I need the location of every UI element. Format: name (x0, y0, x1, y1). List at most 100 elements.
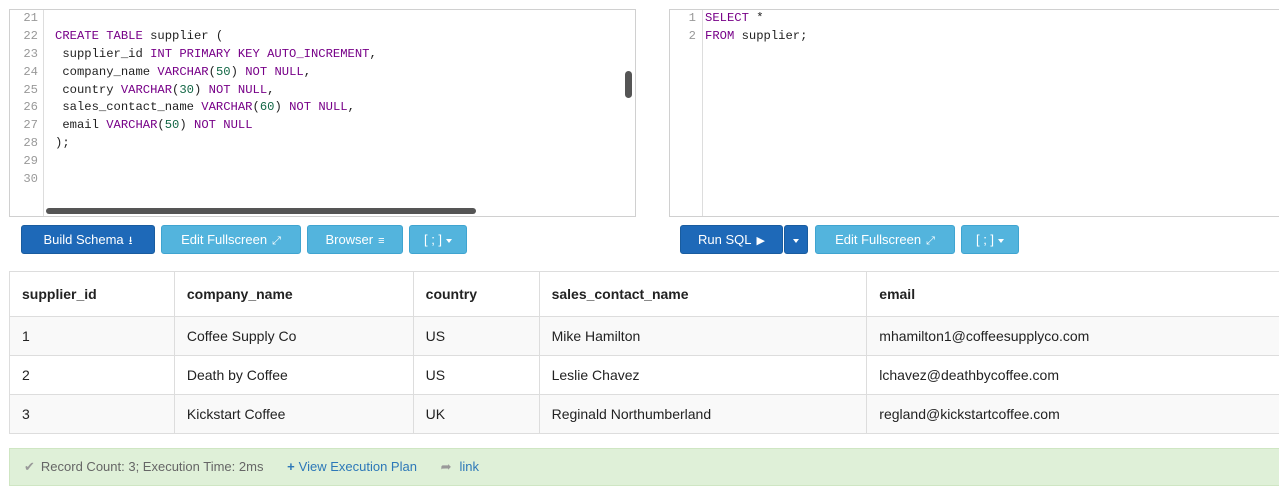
sql-text: * (748, 11, 764, 25)
sql-text: ( (208, 64, 216, 79)
play-icon: ▶ (756, 235, 765, 247)
tree-icon: ≡ (378, 235, 385, 247)
view-execution-plan-link[interactable]: View Execution Plan (299, 459, 417, 474)
sql-text: , (347, 100, 355, 115)
run-sql-button[interactable]: Run SQL ▶ (680, 225, 783, 254)
code-line: 22 CREATE TABLE supplier ( (10, 28, 635, 46)
sql-text: supplier ( (142, 28, 224, 43)
cell-sales-contact-name: Reginald Northumberland (538, 394, 868, 434)
code-line: 25 country VARCHAR(30) NOT NULL, (10, 82, 635, 100)
horizontal-scrollbar[interactable] (46, 208, 476, 214)
sql-text: sales_contact_name (55, 100, 202, 115)
sql-text: ); (55, 136, 70, 151)
line-number: 1 (688, 11, 696, 25)
schema-code: 21 22 CREATE TABLE supplier (23 supplier_i… (10, 10, 635, 189)
line-text: SELECT * (705, 10, 764, 28)
status-bar: ✔ Record Count: 3; Execution Time: 2ms + V… (9, 448, 1279, 486)
cell-company-name: Coffee Supply Co (173, 316, 414, 356)
sql-number: 50 (164, 118, 180, 133)
edit-fullscreen-schema-button[interactable]: Edit Fullscreen ⤢ (161, 225, 301, 254)
sql-keyword: VARCHAR (157, 64, 209, 79)
cell-supplier-id: 2 (9, 355, 175, 395)
header-row: supplier_id company_name country sales_c… (9, 271, 1279, 317)
terminator-label: [ ; ] (975, 232, 995, 247)
sql-keyword: FROM (705, 28, 735, 43)
cell-email: lchavez@deathbycoffee.com (866, 355, 1279, 395)
sql-text: , (303, 64, 312, 79)
download-icon: ⭳ (128, 235, 133, 247)
code-line: 21 (10, 10, 635, 28)
browser-label: Browser (325, 232, 374, 247)
sql-keyword: NOT NULL (208, 82, 268, 97)
column-header: country (412, 271, 540, 317)
edit-fullscreen-label: Edit Fullscreen (835, 232, 922, 247)
vertical-scrollbar[interactable] (625, 71, 632, 98)
line-number: 30 (23, 172, 38, 187)
line-number: 22 (23, 28, 38, 43)
expand-icon: ⤢ (926, 235, 935, 247)
cell-company-name: Kickstart Coffee (173, 394, 414, 434)
query-editor[interactable]: 1 SELECT * 2 FROM supplier; (669, 9, 1279, 217)
sql-number: 30 (179, 82, 194, 97)
column-header: supplier_id (9, 271, 175, 317)
table-row: 3 Kickstart Coffee UK Reginald Northumbe… (9, 394, 1279, 434)
code-line: 30 (10, 171, 635, 189)
plus-icon: + (287, 459, 295, 474)
sql-keyword: NOT NULL (194, 118, 253, 133)
cell-email: mhamilton1@coffeesupplyco.com (866, 316, 1279, 356)
line-text: country VARCHAR(30) NOT NULL, (55, 82, 274, 100)
edit-fullscreen-query-button[interactable]: Edit Fullscreen ⤢ (815, 225, 955, 254)
cell-country: UK (412, 394, 540, 434)
query-terminator-dropdown[interactable]: [ ; ] (961, 225, 1019, 254)
code-line: 24 company_name VARCHAR(50) NOT NULL, (10, 64, 635, 82)
cell-supplier-id: 3 (9, 394, 175, 434)
terminator-dropdown[interactable]: [ ; ] (409, 225, 467, 254)
sql-text: , (267, 82, 275, 97)
sql-number: 60 (259, 100, 275, 115)
line-number: 25 (23, 82, 38, 97)
browser-button[interactable]: Browser ≡ (307, 225, 403, 254)
cell-country: US (412, 316, 540, 356)
code-line: 27 email VARCHAR(50) NOT NULL (10, 117, 635, 135)
column-header: sales_contact_name (538, 271, 868, 317)
sql-text: supplier_id (55, 46, 151, 61)
sql-keyword: CREATE TABLE (55, 28, 143, 43)
schema-editor[interactable]: 21 22 CREATE TABLE supplier (23 supplier_i… (9, 9, 636, 217)
line-text: FROM supplier; (705, 28, 807, 46)
build-schema-label: Build Schema (43, 232, 124, 247)
terminator-label: [ ; ] (423, 232, 443, 247)
column-header: email (866, 271, 1279, 317)
cell-supplier-id: 1 (9, 316, 175, 356)
sql-text: email (55, 118, 107, 133)
sql-text: ) (179, 118, 195, 133)
line-number: 28 (23, 136, 38, 151)
line-text: ); (55, 135, 70, 153)
table-row: 1 Coffee Supply Co US Mike Hamilton mham… (9, 316, 1279, 356)
run-sql-dropdown-toggle[interactable] (784, 225, 808, 254)
query-code: 1 SELECT * 2 FROM supplier; (670, 10, 1279, 46)
sql-keyword: SELECT (705, 11, 749, 25)
code-line: 1 SELECT * (670, 10, 1279, 28)
sql-text: ( (252, 100, 260, 115)
run-sql-label: Run SQL (698, 232, 752, 247)
line-text: supplier_id INT PRIMARY KEY AUTO_INCREME… (55, 46, 377, 64)
cell-sales-contact-name: Leslie Chavez (538, 355, 868, 395)
permalink[interactable]: link (459, 459, 479, 474)
cell-email: regland@kickstartcoffee.com (866, 394, 1279, 434)
build-schema-button[interactable]: Build Schema ⭳ (21, 225, 155, 254)
share-arrow-icon: ➦ (440, 459, 452, 474)
line-number: 26 (23, 100, 38, 115)
line-number: 21 (23, 11, 38, 25)
cell-sales-contact-name: Mike Hamilton (538, 316, 868, 356)
sql-text: ( (157, 118, 165, 133)
sql-number: 50 (215, 64, 231, 79)
table-row: 2 Death by Coffee US Leslie Chavez lchav… (9, 355, 1279, 395)
line-text: email VARCHAR(50) NOT NULL (55, 117, 253, 135)
check-icon: ✔ (24, 459, 35, 474)
sql-keyword: NOT NULL (289, 100, 348, 115)
line-number: 27 (23, 118, 38, 133)
line-number: 2 (688, 28, 696, 43)
code-line: 26 sales_contact_name VARCHAR(60) NOT NU… (10, 99, 635, 117)
line-number: 24 (23, 64, 38, 79)
code-line: 29 (10, 153, 635, 171)
